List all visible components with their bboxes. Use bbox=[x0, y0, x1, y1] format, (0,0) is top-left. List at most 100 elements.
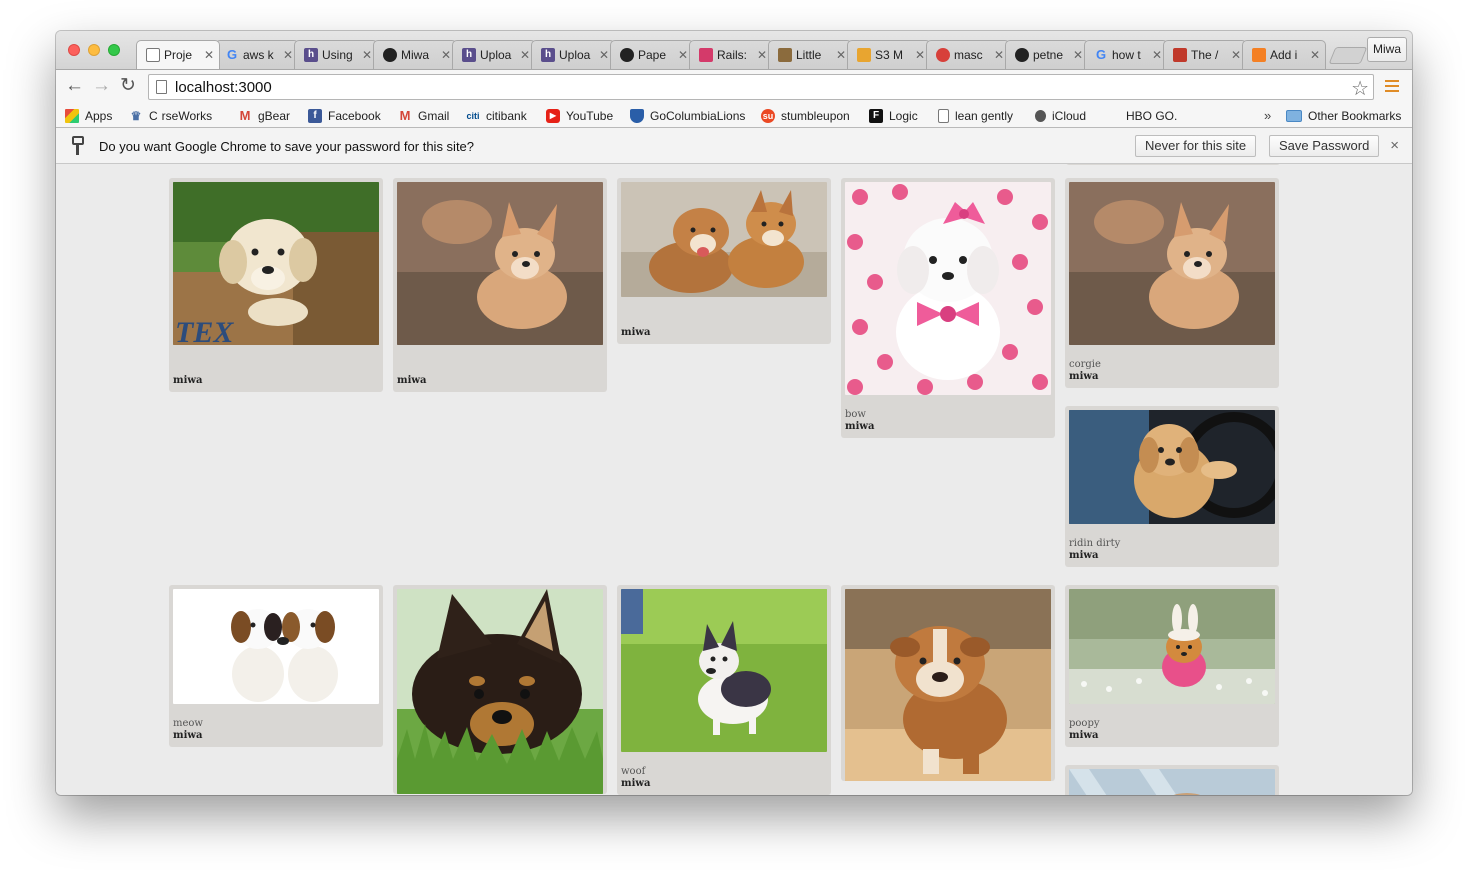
pin-card[interactable]: bow miwa bbox=[841, 178, 1055, 438]
puppy-image[interactable] bbox=[845, 589, 1051, 781]
puppy-image[interactable] bbox=[845, 182, 1051, 395]
apple-icon bbox=[1035, 110, 1046, 122]
puppy-image[interactable] bbox=[173, 589, 379, 704]
tab-1[interactable]: G aws k ✕ bbox=[215, 40, 299, 69]
pin-username[interactable]: miwa bbox=[173, 730, 379, 741]
never-for-this-site-button[interactable]: Never for this site bbox=[1135, 135, 1257, 157]
pin-card[interactable] bbox=[841, 585, 1055, 781]
back-arrow-icon[interactable]: ← bbox=[65, 76, 84, 96]
bookmark-star-icon[interactable]: ☆ bbox=[1351, 76, 1369, 101]
bookmark-lean-gently[interactable]: lean gently bbox=[938, 107, 1013, 125]
puppy-image[interactable] bbox=[621, 182, 827, 297]
minimize-window-button[interactable] bbox=[88, 44, 100, 56]
pin-card[interactable]: ridin dirty miwa bbox=[1065, 406, 1279, 567]
pin-card[interactable]: TEX miwa bbox=[169, 178, 383, 392]
tab-8[interactable]: Little ✕ bbox=[768, 40, 852, 69]
tab-11[interactable]: petne ✕ bbox=[1005, 40, 1089, 69]
puppy-image[interactable] bbox=[397, 589, 603, 794]
tab-9[interactable]: S3 M ✕ bbox=[847, 40, 931, 69]
bookmark-other-bookmarks[interactable]: Other Bookmarks bbox=[1286, 107, 1401, 125]
pin-card[interactable] bbox=[393, 585, 607, 794]
address-bar[interactable]: localhost:3000 ☆ bbox=[148, 74, 1374, 100]
pin-username[interactable]: miwa bbox=[845, 421, 1051, 432]
close-icon[interactable]: ✕ bbox=[283, 48, 293, 62]
puppy-image[interactable] bbox=[397, 182, 603, 345]
bookmark-gmail[interactable]: M Gmail bbox=[398, 107, 450, 125]
browser-window: Proje ✕ G aws k ✕ h Using ✕ Miwa ✕ h Upl… bbox=[56, 31, 1412, 795]
toolbar: ← → ↻ localhost:3000 ☆ bbox=[56, 69, 1412, 104]
close-icon[interactable]: ✕ bbox=[994, 48, 1004, 62]
pin-card[interactable]: meow miwa bbox=[169, 585, 383, 747]
pin-card[interactable]: corgie miwa bbox=[1065, 178, 1279, 388]
close-icon[interactable]: ✕ bbox=[836, 48, 846, 62]
tab-14[interactable]: Add i ✕ bbox=[1242, 40, 1326, 69]
pin-card[interactable] bbox=[1065, 765, 1279, 795]
bookmark-icloud[interactable]: iCloud bbox=[1035, 107, 1086, 125]
puppy-image[interactable]: TEX bbox=[173, 182, 379, 345]
puppy-image[interactable] bbox=[1069, 589, 1275, 704]
tab-7[interactable]: Rails: ✕ bbox=[689, 40, 773, 69]
pin-card[interactable]: woof miwa bbox=[617, 585, 831, 795]
close-icon[interactable]: ✕ bbox=[757, 48, 767, 62]
close-infobar-icon[interactable]: × bbox=[1390, 137, 1399, 154]
puppy-image[interactable] bbox=[1069, 182, 1275, 345]
bookmark-citibank[interactable]: citi citibank bbox=[466, 107, 526, 125]
bookmark-youtube[interactable]: ▶ YouTube bbox=[546, 107, 613, 125]
bookmark-facebook[interactable]: f Facebook bbox=[308, 107, 381, 125]
pin-username[interactable]: miwa bbox=[1069, 550, 1275, 561]
tab-2[interactable]: h Using ✕ bbox=[294, 40, 378, 69]
pin-username[interactable]: miwa bbox=[621, 327, 827, 338]
pin-card-partial[interactable] bbox=[1066, 164, 1280, 165]
tab-5[interactable]: h Uploa ✕ bbox=[531, 40, 615, 69]
puppy-image[interactable] bbox=[621, 589, 827, 752]
close-icon[interactable]: ✕ bbox=[915, 48, 925, 62]
tab-3[interactable]: Miwa ✕ bbox=[373, 40, 457, 69]
close-icon[interactable]: ✕ bbox=[441, 48, 451, 62]
pin-card[interactable]: miwa bbox=[393, 178, 607, 392]
puppy-image[interactable] bbox=[1069, 410, 1275, 524]
close-icon[interactable]: ✕ bbox=[1073, 48, 1083, 62]
tab-title: aws k bbox=[243, 48, 274, 62]
save-password-button[interactable]: Save Password bbox=[1269, 135, 1380, 157]
logic-icon: F bbox=[869, 109, 883, 123]
close-icon[interactable]: ✕ bbox=[599, 48, 609, 62]
tab-12[interactable]: G how t ✕ bbox=[1084, 40, 1168, 69]
close-icon[interactable]: ✕ bbox=[362, 48, 372, 62]
bookmark-stumbleupon[interactable]: su stumbleupon bbox=[761, 107, 850, 125]
tab-4[interactable]: h Uploa ✕ bbox=[452, 40, 536, 69]
close-window-button[interactable] bbox=[68, 44, 80, 56]
pin-username[interactable]: miwa bbox=[1069, 730, 1275, 741]
pin-card[interactable]: miwa bbox=[617, 178, 831, 344]
forward-arrow-icon[interactable]: → bbox=[92, 76, 111, 96]
reload-icon[interactable]: ↻ bbox=[120, 76, 136, 96]
pin-card[interactable]: poopy miwa bbox=[1065, 585, 1279, 747]
url-text[interactable]: localhost:3000 bbox=[175, 79, 272, 96]
puppy-image[interactable] bbox=[1069, 769, 1275, 795]
tab-0[interactable]: Proje ✕ bbox=[136, 40, 220, 69]
pin-username[interactable]: miwa bbox=[1069, 371, 1275, 382]
bookmark-courseworks[interactable]: ♛ C rseWorks bbox=[129, 107, 213, 125]
profile-button[interactable]: Miwa bbox=[1367, 37, 1407, 62]
bookmark-logic[interactable]: F Logic bbox=[869, 107, 918, 125]
bookmark-apps[interactable]: Apps bbox=[65, 107, 112, 125]
close-icon[interactable]: ✕ bbox=[1231, 48, 1241, 62]
tab-6[interactable]: Pape ✕ bbox=[610, 40, 694, 69]
tab-13[interactable]: The / ✕ bbox=[1163, 40, 1247, 69]
gmail-icon: M bbox=[399, 108, 411, 123]
menu-icon[interactable] bbox=[1385, 80, 1399, 94]
close-icon[interactable]: ✕ bbox=[520, 48, 530, 62]
pin-username[interactable]: miwa bbox=[621, 778, 827, 789]
close-icon[interactable]: ✕ bbox=[204, 48, 214, 62]
pin-username[interactable]: miwa bbox=[397, 375, 603, 386]
close-icon[interactable]: ✕ bbox=[678, 48, 688, 62]
new-tab-button[interactable] bbox=[1328, 47, 1368, 64]
bookmarks-overflow-chevron[interactable]: » bbox=[1264, 108, 1271, 123]
bookmark-gbear[interactable]: M gBear bbox=[238, 107, 290, 125]
bookmark-gocolumbialions[interactable]: GoColumbiaLions bbox=[630, 107, 745, 125]
tab-10[interactable]: masc ✕ bbox=[926, 40, 1010, 69]
bookmark-hbo-go[interactable]: HBO GO. bbox=[1126, 107, 1177, 125]
close-icon[interactable]: ✕ bbox=[1310, 48, 1320, 62]
pin-username[interactable]: miwa bbox=[173, 375, 379, 386]
zoom-window-button[interactable] bbox=[108, 44, 120, 56]
close-icon[interactable]: ✕ bbox=[1152, 48, 1162, 62]
